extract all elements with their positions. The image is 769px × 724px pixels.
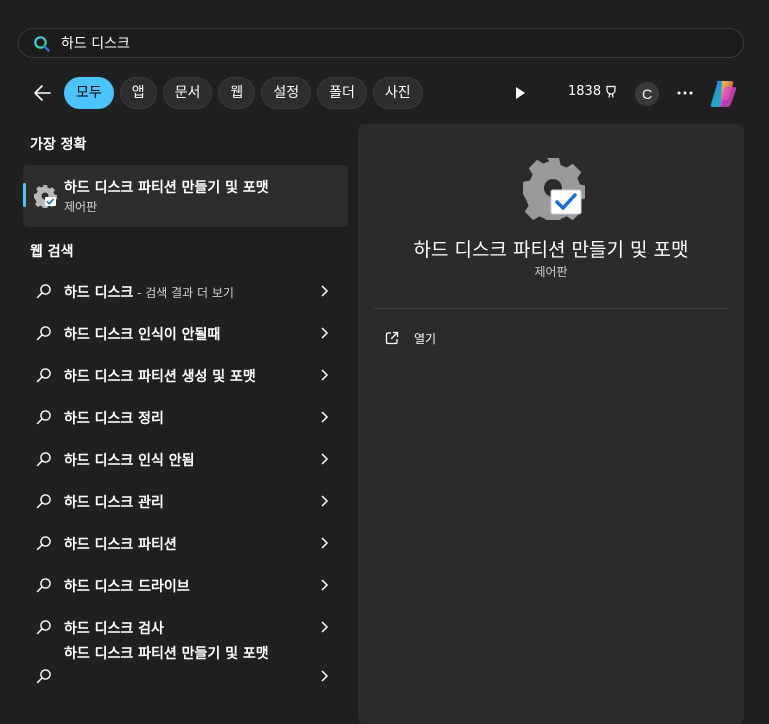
web-search-item[interactable]: 하드 디스크 정리	[23, 396, 348, 438]
chevron-right-icon	[321, 670, 329, 682]
trophy-icon	[606, 85, 616, 98]
best-match-heading: 가장 정확	[30, 137, 87, 153]
search-box[interactable]	[18, 28, 744, 58]
best-match-item[interactable]: 하드 디스크 파티션 만들기 및 포맷 제어판	[23, 165, 348, 227]
web-search-item[interactable]: 하드 디스크 파티션 만들기 및 포맷	[23, 646, 348, 708]
web-search-hint: - 검색 결과 더 보기	[133, 286, 234, 300]
tab-documents[interactable]: 문서	[162, 77, 213, 109]
web-search-label: 하드 디스크 - 검색 결과 더 보기	[64, 285, 234, 301]
web-search-item[interactable]: 하드 디스크 드라이브	[23, 564, 348, 606]
chevron-right-icon	[321, 369, 329, 381]
search-icon	[36, 620, 51, 635]
chevron-right-icon	[321, 453, 329, 465]
web-search-label: 하드 디스크 인식 안됨	[64, 453, 195, 469]
web-search-item[interactable]: 하드 디스크 검사	[23, 606, 348, 648]
search-icon	[36, 326, 51, 341]
best-match-subtitle: 제어판	[64, 200, 98, 214]
web-search-label: 하드 디스크 드라이브	[64, 579, 190, 595]
chevron-right-icon	[321, 495, 329, 507]
web-search-item[interactable]: 하드 디스크 파티션	[23, 522, 348, 564]
web-search-item[interactable]: 하드 디스크 파티션 생성 및 포맷	[23, 354, 348, 396]
web-search-label: 하드 디스크 정리	[64, 411, 164, 427]
tab-photos[interactable]: 사진	[372, 77, 423, 109]
web-search-label: 하드 디스크 관리	[64, 495, 164, 511]
web-search-item[interactable]: 하드 디스크 - 검색 결과 더 보기	[23, 270, 348, 312]
back-arrow-icon[interactable]	[30, 80, 56, 106]
web-search-item[interactable]: 하드 디스크 인식 안됨	[23, 438, 348, 480]
search-icon	[36, 536, 51, 551]
web-search-label: 하드 디스크 파티션 만들기 및 포맷	[64, 646, 269, 662]
points-value: 1838	[568, 84, 602, 99]
search-icon	[34, 36, 50, 52]
search-icon	[36, 578, 51, 593]
chevron-right-icon	[321, 327, 329, 339]
search-icon	[36, 284, 51, 299]
web-search-label: 하드 디스크 인식이 안될때	[64, 327, 221, 343]
web-search-item[interactable]: 하드 디스크 관리	[23, 480, 348, 522]
search-icon	[36, 494, 51, 509]
filter-tabs: 모두 앱 문서 웹 설정 폴더 사진	[64, 77, 423, 109]
copilot-icon[interactable]	[707, 77, 740, 110]
chevron-right-icon	[321, 579, 329, 591]
tab-apps[interactable]: 앱	[119, 77, 157, 109]
selection-indicator	[23, 183, 26, 207]
chevron-right-icon	[321, 411, 329, 423]
open-action[interactable]: 열기	[384, 328, 436, 348]
search-icon	[36, 669, 51, 684]
open-label: 열기	[414, 331, 437, 346]
more-icon[interactable]	[675, 85, 695, 101]
web-search-item[interactable]: 하드 디스크 인식이 안될때	[23, 312, 348, 354]
chevron-right-icon	[321, 537, 329, 549]
search-input[interactable]	[61, 33, 721, 53]
open-external-icon	[385, 331, 399, 345]
web-search-list: 하드 디스크 - 검색 결과 더 보기 하드 디스크 인식이 안될때 하드 디스…	[23, 270, 348, 708]
control-panel-icon	[34, 185, 57, 208]
avatar[interactable]: C	[635, 82, 659, 106]
chevron-right-icon	[321, 621, 329, 633]
control-panel-icon	[523, 158, 585, 220]
tab-folders[interactable]: 폴더	[317, 77, 367, 109]
detail-panel: 하드 디스크 파티션 만들기 및 포맷 제어판 열기	[358, 124, 744, 724]
best-match-title: 하드 디스크 파티션 만들기 및 포맷	[64, 180, 269, 196]
web-search-label: 하드 디스크 파티션 생성 및 포맷	[64, 369, 256, 385]
rewards-points[interactable]: 1838	[568, 84, 618, 99]
tab-web[interactable]: 웹	[218, 77, 256, 109]
chevron-right-icon	[321, 285, 329, 297]
web-search-label: 하드 디스크 검사	[64, 621, 164, 637]
tab-settings[interactable]: 설정	[261, 77, 312, 109]
divider	[374, 308, 728, 309]
play-icon[interactable]	[512, 85, 528, 101]
search-icon	[36, 410, 51, 425]
detail-title: 하드 디스크 파티션 만들기 및 포맷	[413, 239, 689, 261]
detail-subtitle: 제어판	[534, 265, 568, 279]
web-search-label: 하드 디스크 파티션	[64, 537, 177, 553]
tab-all[interactable]: 모두	[64, 77, 114, 109]
search-icon	[36, 452, 51, 467]
web-search-heading: 웹 검색	[30, 244, 74, 260]
search-icon	[36, 368, 51, 383]
